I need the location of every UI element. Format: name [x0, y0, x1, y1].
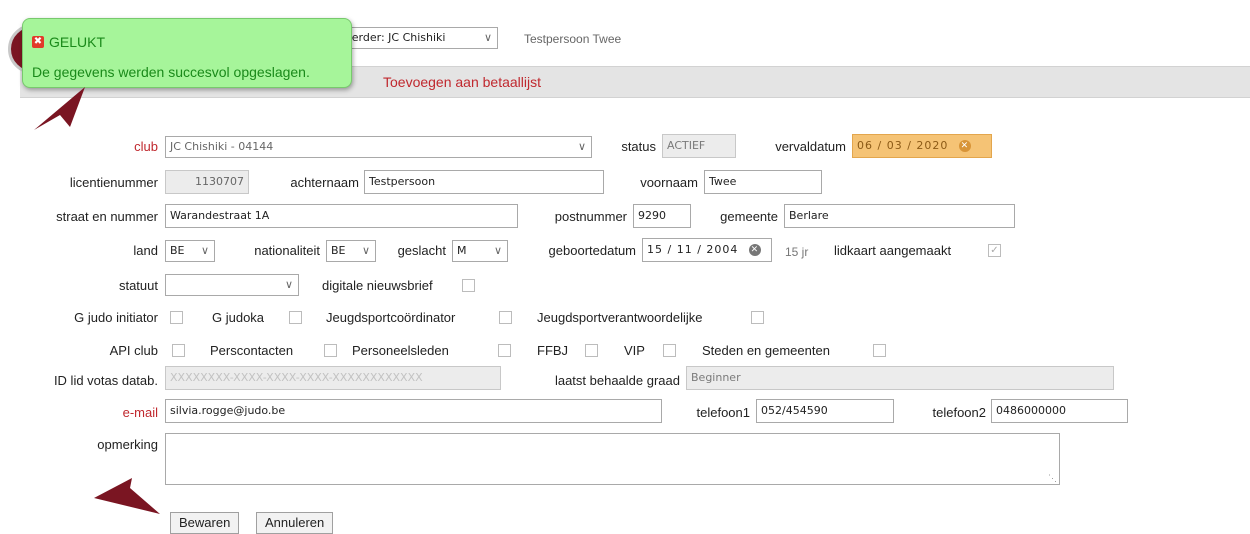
id-votas-field: XXXXXXXX-XXXX-XXXX-XXXX-XXXXXXXXXXXX: [165, 366, 501, 390]
top-strip: [0, 0, 1250, 6]
email-field[interactable]: silvia.rogge@judo.be: [165, 399, 662, 423]
success-toast: ✖ GELUKT De gegevens werden succesvol op…: [22, 18, 352, 88]
vervaldatum-label: vervaldatum: [775, 139, 846, 154]
status-label: status: [621, 139, 656, 154]
g-judoka-label: G judoka: [212, 310, 265, 325]
age-value: 15 jr: [785, 245, 809, 259]
vervaldatum-field[interactable]: 06 / 03 / 2020 ✕: [852, 134, 992, 158]
land-select[interactable]: BE ∨: [165, 240, 215, 262]
behandelaar-value: JC Chishiki: [388, 31, 446, 44]
postnummer-label: postnummer: [554, 209, 627, 224]
voornaam-field[interactable]: Twee: [704, 170, 822, 194]
resize-handle-icon[interactable]: ⋱: [1048, 473, 1057, 484]
geboortedatum-field[interactable]: 15 / 11 / 2004 ✕: [642, 238, 772, 262]
nationaliteit-label: nationaliteit: [254, 243, 320, 258]
chevron-down-icon: ∨: [577, 140, 586, 153]
chevron-down-icon: ∨: [483, 31, 492, 44]
jeugdsportcoordinator-checkbox[interactable]: [499, 311, 512, 324]
gemeente-label: gemeente: [720, 209, 778, 224]
person-name: Testpersoon Twee: [524, 32, 622, 46]
ffbj-label: FFBJ: [537, 343, 569, 358]
toast-message: De gegevens werden succesvol opgeslagen.: [32, 64, 310, 80]
achternaam-label: achternaam: [290, 175, 359, 190]
land-label: land: [133, 243, 158, 258]
club-select[interactable]: JC Chishiki - 04144 ∨: [165, 136, 592, 158]
telefoon1-label: telefoon1: [696, 405, 751, 420]
api-club-checkbox[interactable]: [172, 344, 185, 357]
id-votas-label: ID lid votas datab.: [53, 373, 158, 388]
geslacht-select[interactable]: M ∨: [452, 240, 508, 262]
chevron-down-icon: ∨: [493, 244, 502, 257]
graad-field: Beginner: [686, 366, 1114, 390]
voornaam-label: voornaam: [640, 175, 698, 190]
personeelsleden-label: Personeelsleden: [352, 343, 449, 358]
jeugdsportverantwoordelijke-checkbox[interactable]: [751, 311, 764, 324]
achternaam-field[interactable]: Testpersoon: [364, 170, 604, 194]
clear-date-icon[interactable]: ✕: [748, 244, 761, 256]
telefoon1-field[interactable]: 052/454590: [756, 399, 894, 423]
g-judo-initiator-checkbox[interactable]: [170, 311, 183, 324]
statuut-label: statuut: [118, 278, 158, 293]
close-icon[interactable]: ✖: [32, 36, 44, 48]
straat-field[interactable]: Warandestraat 1A: [165, 204, 518, 228]
club-label: club: [134, 139, 158, 154]
clear-date-icon[interactable]: ✕: [958, 140, 971, 152]
geboortedatum-value: 15 / 11 / 2004: [647, 243, 739, 256]
licentienummer-field: 1130707: [165, 170, 249, 194]
postnummer-field[interactable]: 9290: [633, 204, 691, 228]
g-judo-initiator-label: G judo initiator: [74, 310, 158, 325]
club-value: JC Chishiki - 04144: [170, 140, 274, 153]
g-judoka-checkbox[interactable]: [289, 311, 302, 324]
vip-checkbox[interactable]: [663, 344, 676, 357]
api-club-label: API club: [109, 343, 158, 358]
annotation-arrow-bottom: [94, 478, 160, 514]
statuut-select[interactable]: ∨: [165, 274, 299, 296]
perscontacten-label: Perscontacten: [210, 343, 294, 358]
email-label: e-mail: [122, 405, 158, 420]
chevron-down-icon: ∨: [284, 278, 293, 291]
telefoon2-field[interactable]: 0486000000: [991, 399, 1128, 423]
personeelsleden-checkbox[interactable]: [498, 344, 511, 357]
geslacht-label: geslacht: [397, 243, 446, 258]
ffbj-checkbox[interactable]: [585, 344, 598, 357]
licentienummer-label: licentienummer: [69, 175, 158, 190]
nieuwsbrief-checkbox[interactable]: [462, 279, 475, 292]
toast-title: GELUKT: [49, 34, 106, 50]
steden-label: Steden en gemeenten: [702, 343, 830, 358]
perscontacten-checkbox[interactable]: [324, 344, 337, 357]
add-to-paylist-link[interactable]: Toevoegen aan betaallijst: [383, 74, 541, 90]
opmerking-label: opmerking: [97, 437, 158, 452]
geslacht-value: M: [457, 244, 467, 257]
nieuwsbrief-label: digitale nieuwsbrief: [322, 278, 433, 293]
status-field: ACTIEF: [662, 134, 736, 158]
vervaldatum-value: 06 / 03 / 2020: [857, 139, 949, 152]
behandelaar-select[interactable]: eerder: JC Chishiki ∨: [340, 27, 498, 49]
steden-checkbox[interactable]: [873, 344, 886, 357]
graad-label: laatst behaalde graad: [554, 373, 680, 388]
opmerking-textarea[interactable]: ⋱: [165, 433, 1060, 485]
geboortedatum-label: geboortedatum: [548, 243, 636, 258]
gemeente-field[interactable]: Berlare: [784, 204, 1015, 228]
jeugdsportverantwoordelijke-label: Jeugdsportverantwoordelijke: [537, 310, 703, 325]
land-value: BE: [170, 244, 185, 257]
straat-label: straat en nummer: [56, 209, 158, 224]
nationaliteit-select[interactable]: BE ∨: [326, 240, 376, 262]
lidkaart-label: lidkaart aangemaakt: [834, 243, 952, 258]
telefoon2-label: telefoon2: [932, 405, 987, 420]
chevron-down-icon: ∨: [200, 244, 209, 257]
jeugdsportcoordinator-label: Jeugdsportcoördinator: [326, 310, 456, 325]
annotation-arrow-top: [34, 87, 85, 130]
vip-label: VIP: [624, 343, 645, 358]
lidkaart-checkbox[interactable]: ✓: [988, 244, 1001, 257]
chevron-down-icon: ∨: [361, 244, 370, 257]
nationaliteit-value: BE: [331, 244, 346, 257]
